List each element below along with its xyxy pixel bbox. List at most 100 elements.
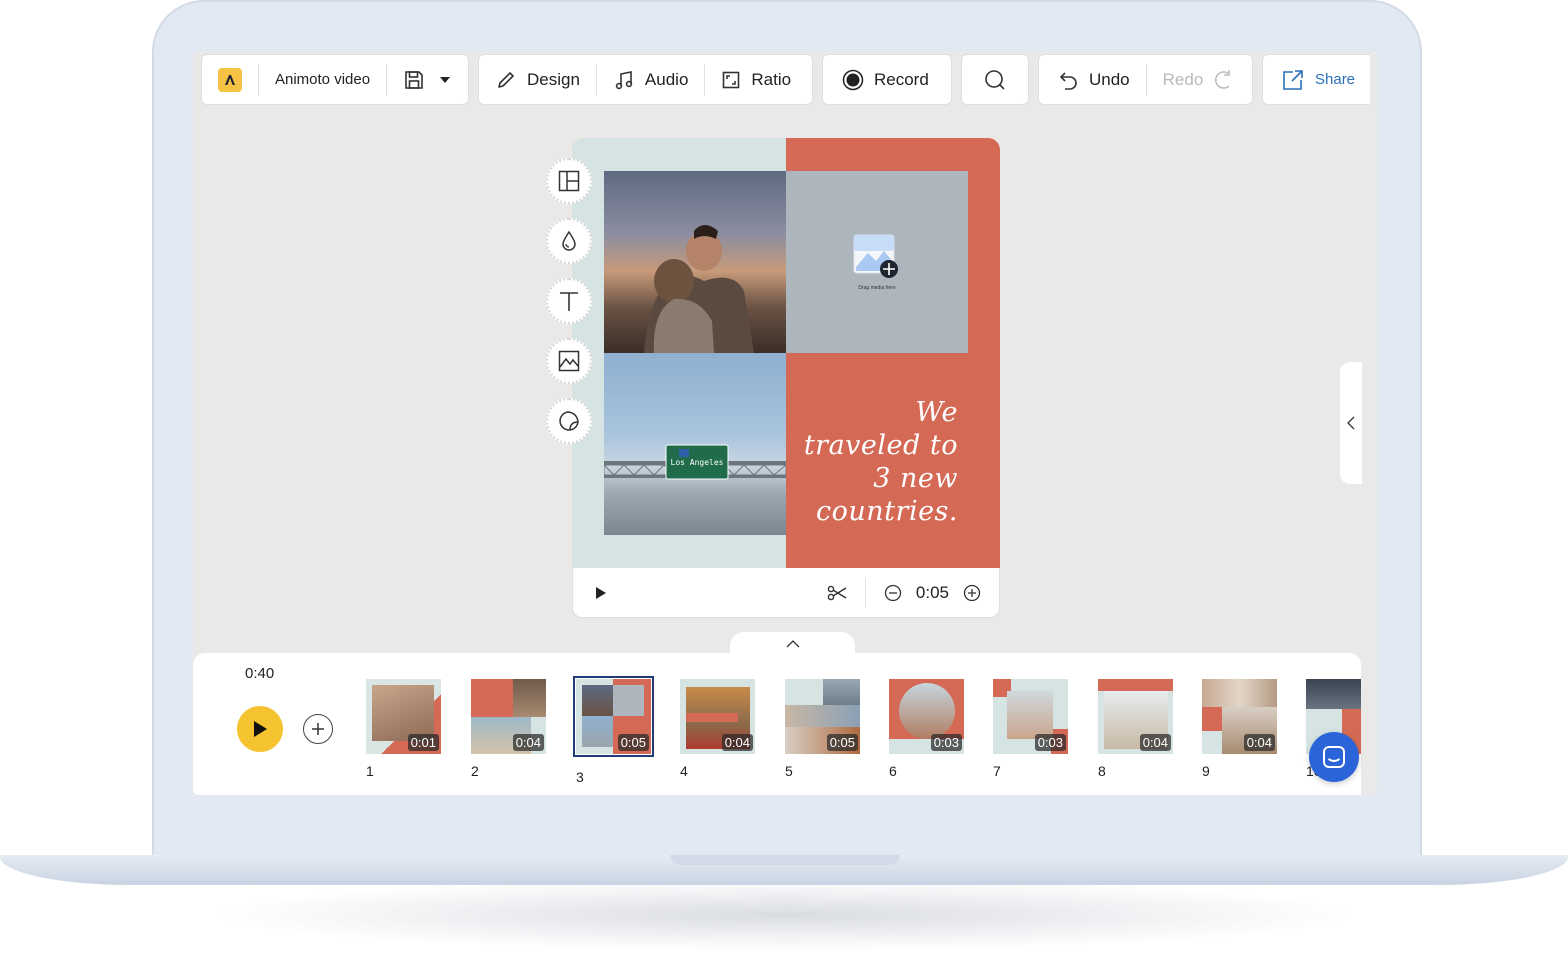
block-duration-badge: 0:04 — [1139, 734, 1171, 751]
highway-sign-photo[interactable]: Los Angeles — [604, 353, 786, 535]
play-icon — [252, 720, 268, 738]
block-number: 8 — [1098, 763, 1106, 779]
timeline-collapse-toggle[interactable] — [730, 632, 855, 656]
timeline-block-1[interactable]: 0:01 — [366, 679, 441, 754]
timeline-block-8[interactable]: 0:04 — [1098, 679, 1173, 754]
drop-zone-text: Drag media here — [858, 285, 896, 291]
undo-button[interactable]: Undo — [1039, 55, 1146, 104]
record-dot-icon — [842, 69, 864, 91]
slide-caption[interactable]: We traveled to 3 new countries. — [796, 396, 958, 528]
timeline-block-9[interactable]: 0:04 — [1202, 679, 1277, 754]
share-label: Share — [1315, 71, 1356, 88]
redo-button[interactable]: Redo — [1147, 55, 1250, 104]
text-button[interactable] — [546, 278, 592, 324]
search-toolbar-group — [961, 54, 1029, 105]
project-name[interactable]: Animoto video — [259, 55, 386, 104]
side-panel-toggle[interactable] — [1340, 362, 1362, 484]
couple-photo[interactable] — [604, 171, 786, 353]
save-icon — [403, 69, 425, 91]
chat-icon — [1322, 745, 1346, 769]
block-number: 4 — [680, 763, 688, 779]
block-number: 5 — [785, 763, 793, 779]
design-button[interactable]: Design — [479, 55, 596, 104]
scissors-icon[interactable] — [827, 584, 847, 602]
ratio-label: Ratio — [751, 69, 792, 89]
preview-controls: 0:05 — [572, 568, 1000, 618]
block-duration-badge: 0:04 — [721, 734, 753, 751]
chat-support-button[interactable] — [1309, 732, 1359, 782]
block-duration[interactable]: 0:05 — [916, 583, 949, 603]
timeline-block-3-selected[interactable]: 0:05 — [573, 676, 654, 757]
play-icon[interactable] — [595, 586, 607, 600]
timeline-block-4[interactable]: 0:04 — [680, 679, 755, 754]
pencil-icon — [495, 69, 517, 91]
share-button[interactable]: Share — [1263, 55, 1363, 104]
record-label: Record — [874, 69, 929, 89]
animoto-editor: Animoto video Design Audio Ratio Record … — [193, 52, 1377, 795]
layout-icon — [558, 170, 580, 192]
animoto-logo-icon — [218, 67, 242, 92]
block-duration-badge: 0:04 — [1243, 734, 1275, 751]
sticker-button[interactable] — [546, 398, 592, 444]
zoom-in-icon[interactable] — [963, 584, 981, 602]
block-duration-badge: 0:05 — [826, 734, 858, 751]
color-drop-icon — [560, 230, 578, 252]
play-video-button[interactable] — [237, 706, 283, 752]
laptop-base-notch — [670, 855, 900, 865]
block-number: 1 — [366, 763, 374, 779]
music-note-icon — [613, 69, 635, 91]
text-icon — [558, 290, 580, 312]
design-label: Design — [527, 69, 580, 89]
block-number: 3 — [576, 769, 584, 785]
undo-label: Undo — [1089, 69, 1130, 89]
block-number: 6 — [889, 763, 897, 779]
separator — [864, 577, 866, 608]
search-icon[interactable] — [983, 68, 1007, 92]
block-duration-badge: 0:03 — [930, 734, 962, 751]
share-icon — [1281, 68, 1305, 92]
animoto-logo-button[interactable] — [202, 55, 258, 104]
record-button[interactable]: Record — [823, 55, 948, 104]
redo-label: Redo — [1162, 69, 1204, 89]
audio-label: Audio — [644, 69, 689, 89]
dropdown-caret-icon — [439, 76, 451, 84]
save-menu-button[interactable] — [387, 55, 467, 104]
block-duration-badge: 0:01 — [407, 734, 439, 751]
undo-icon — [1059, 69, 1079, 91]
media-button[interactable] — [546, 338, 592, 384]
image-placeholder-icon — [852, 233, 902, 279]
color-button[interactable] — [546, 218, 592, 264]
layout-button[interactable] — [546, 158, 592, 204]
add-block-icon — [311, 722, 325, 736]
add-block-button[interactable] — [303, 714, 333, 744]
storyboard-timeline: 0:40 0:01 1 0:04 2 0:05 3 0:04 4 0:05 5 … — [193, 653, 1361, 795]
block-duration-badge: 0:03 — [1034, 734, 1066, 751]
edit-toolbar-group: Design Audio Ratio — [478, 54, 813, 105]
timeline-block-6[interactable]: 0:03 — [889, 679, 964, 754]
ratio-button[interactable]: Ratio — [705, 55, 807, 104]
sign-text: Los Angeles — [670, 458, 724, 467]
history-toolbar-group: Undo Redo — [1038, 54, 1253, 105]
image-icon — [558, 350, 580, 372]
block-number: 7 — [993, 763, 1001, 779]
share-toolbar-group: Share — [1262, 54, 1370, 105]
record-toolbar-group: Record — [822, 54, 952, 105]
total-duration: 0:40 — [245, 665, 275, 682]
audio-button[interactable]: Audio — [597, 55, 704, 104]
sticker-icon — [558, 410, 580, 432]
block-number: 2 — [471, 763, 479, 779]
ratio-icon — [721, 70, 741, 90]
chevron-left-icon — [1347, 416, 1355, 430]
timeline-block-7[interactable]: 0:03 — [993, 679, 1068, 754]
block-number: 9 — [1202, 763, 1210, 779]
media-drop-zone[interactable]: Drag media here — [786, 171, 968, 353]
chevron-up-icon — [786, 640, 800, 648]
redo-icon — [1213, 69, 1233, 91]
block-duration-badge: 0:04 — [512, 734, 544, 751]
block-tools — [546, 158, 596, 458]
block-duration-badge: 0:05 — [617, 734, 649, 751]
zoom-out-icon[interactable] — [884, 584, 902, 602]
timeline-block-5[interactable]: 0:05 — [785, 679, 860, 754]
video-canvas[interactable]: Los Angeles Drag media here We traveled … — [572, 138, 1000, 568]
timeline-block-2[interactable]: 0:04 — [471, 679, 546, 754]
